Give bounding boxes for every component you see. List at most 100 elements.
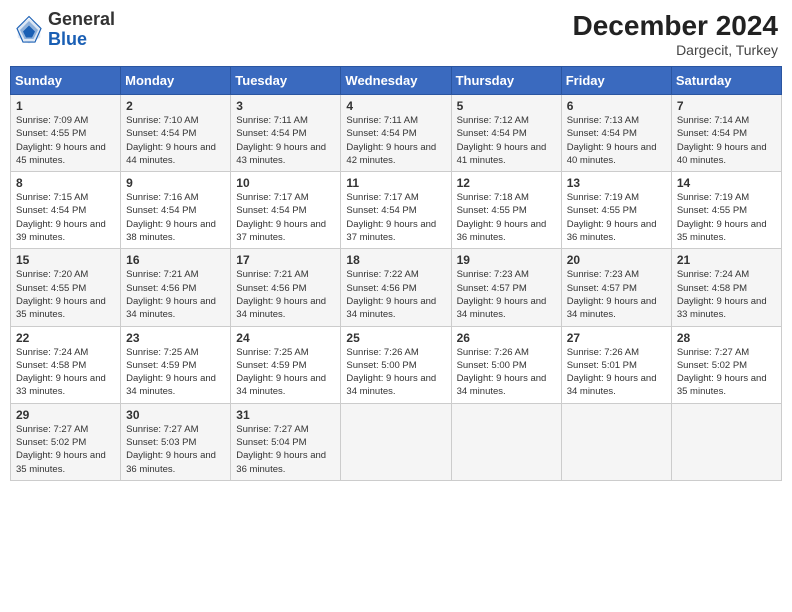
weekday-header-friday: Friday <box>561 67 671 95</box>
calendar-week-row: 8Sunrise: 7:15 AMSunset: 4:54 PMDaylight… <box>11 172 782 249</box>
calendar-cell <box>341 403 451 480</box>
day-info: Sunrise: 7:25 AMSunset: 4:59 PMDaylight:… <box>236 346 335 399</box>
day-info: Sunrise: 7:21 AMSunset: 4:56 PMDaylight:… <box>126 268 225 321</box>
calendar-cell: 30Sunrise: 7:27 AMSunset: 5:03 PMDayligh… <box>121 403 231 480</box>
day-number: 19 <box>457 253 556 267</box>
day-info: Sunrise: 7:21 AMSunset: 4:56 PMDaylight:… <box>236 268 335 321</box>
page-header: General Blue December 2024 Dargecit, Tur… <box>10 10 782 58</box>
day-number: 6 <box>567 99 666 113</box>
day-number: 27 <box>567 331 666 345</box>
day-info: Sunrise: 7:27 AMSunset: 5:04 PMDaylight:… <box>236 423 335 476</box>
calendar-cell: 7Sunrise: 7:14 AMSunset: 4:54 PMDaylight… <box>671 95 781 172</box>
calendar-cell: 22Sunrise: 7:24 AMSunset: 4:58 PMDayligh… <box>11 326 121 403</box>
day-number: 18 <box>346 253 445 267</box>
day-info: Sunrise: 7:24 AMSunset: 4:58 PMDaylight:… <box>16 346 115 399</box>
day-number: 13 <box>567 176 666 190</box>
day-info: Sunrise: 7:14 AMSunset: 4:54 PMDaylight:… <box>677 114 776 167</box>
day-info: Sunrise: 7:09 AMSunset: 4:55 PMDaylight:… <box>16 114 115 167</box>
day-number: 9 <box>126 176 225 190</box>
calendar-cell: 9Sunrise: 7:16 AMSunset: 4:54 PMDaylight… <box>121 172 231 249</box>
day-info: Sunrise: 7:20 AMSunset: 4:55 PMDaylight:… <box>16 268 115 321</box>
calendar-cell: 29Sunrise: 7:27 AMSunset: 5:02 PMDayligh… <box>11 403 121 480</box>
day-number: 1 <box>16 99 115 113</box>
logo-text: General Blue <box>48 10 115 50</box>
weekday-header-monday: Monday <box>121 67 231 95</box>
day-info: Sunrise: 7:12 AMSunset: 4:54 PMDaylight:… <box>457 114 556 167</box>
day-info: Sunrise: 7:23 AMSunset: 4:57 PMDaylight:… <box>457 268 556 321</box>
calendar-cell: 10Sunrise: 7:17 AMSunset: 4:54 PMDayligh… <box>231 172 341 249</box>
day-number: 4 <box>346 99 445 113</box>
day-number: 28 <box>677 331 776 345</box>
day-number: 15 <box>16 253 115 267</box>
calendar-cell: 13Sunrise: 7:19 AMSunset: 4:55 PMDayligh… <box>561 172 671 249</box>
calendar-cell: 12Sunrise: 7:18 AMSunset: 4:55 PMDayligh… <box>451 172 561 249</box>
calendar-cell: 31Sunrise: 7:27 AMSunset: 5:04 PMDayligh… <box>231 403 341 480</box>
day-info: Sunrise: 7:27 AMSunset: 5:03 PMDaylight:… <box>126 423 225 476</box>
calendar-cell: 20Sunrise: 7:23 AMSunset: 4:57 PMDayligh… <box>561 249 671 326</box>
day-number: 22 <box>16 331 115 345</box>
day-info: Sunrise: 7:15 AMSunset: 4:54 PMDaylight:… <box>16 191 115 244</box>
calendar-cell: 8Sunrise: 7:15 AMSunset: 4:54 PMDaylight… <box>11 172 121 249</box>
day-number: 11 <box>346 176 445 190</box>
calendar-cell: 19Sunrise: 7:23 AMSunset: 4:57 PMDayligh… <box>451 249 561 326</box>
calendar-cell: 26Sunrise: 7:26 AMSunset: 5:00 PMDayligh… <box>451 326 561 403</box>
calendar-cell <box>561 403 671 480</box>
day-info: Sunrise: 7:10 AMSunset: 4:54 PMDaylight:… <box>126 114 225 167</box>
calendar-cell: 11Sunrise: 7:17 AMSunset: 4:54 PMDayligh… <box>341 172 451 249</box>
day-number: 12 <box>457 176 556 190</box>
day-info: Sunrise: 7:26 AMSunset: 5:00 PMDaylight:… <box>346 346 445 399</box>
day-info: Sunrise: 7:26 AMSunset: 5:00 PMDaylight:… <box>457 346 556 399</box>
day-info: Sunrise: 7:22 AMSunset: 4:56 PMDaylight:… <box>346 268 445 321</box>
day-info: Sunrise: 7:24 AMSunset: 4:58 PMDaylight:… <box>677 268 776 321</box>
calendar-cell: 15Sunrise: 7:20 AMSunset: 4:55 PMDayligh… <box>11 249 121 326</box>
day-info: Sunrise: 7:27 AMSunset: 5:02 PMDaylight:… <box>16 423 115 476</box>
day-info: Sunrise: 7:19 AMSunset: 4:55 PMDaylight:… <box>567 191 666 244</box>
day-info: Sunrise: 7:11 AMSunset: 4:54 PMDaylight:… <box>346 114 445 167</box>
day-number: 5 <box>457 99 556 113</box>
calendar-cell: 23Sunrise: 7:25 AMSunset: 4:59 PMDayligh… <box>121 326 231 403</box>
month-year-title: December 2024 <box>573 10 778 42</box>
weekday-header-tuesday: Tuesday <box>231 67 341 95</box>
calendar-week-row: 29Sunrise: 7:27 AMSunset: 5:02 PMDayligh… <box>11 403 782 480</box>
logo: General Blue <box>14 10 115 50</box>
calendar-cell: 3Sunrise: 7:11 AMSunset: 4:54 PMDaylight… <box>231 95 341 172</box>
day-info: Sunrise: 7:27 AMSunset: 5:02 PMDaylight:… <box>677 346 776 399</box>
calendar-cell: 4Sunrise: 7:11 AMSunset: 4:54 PMDaylight… <box>341 95 451 172</box>
day-info: Sunrise: 7:11 AMSunset: 4:54 PMDaylight:… <box>236 114 335 167</box>
calendar-cell: 6Sunrise: 7:13 AMSunset: 4:54 PMDaylight… <box>561 95 671 172</box>
calendar-cell <box>671 403 781 480</box>
weekday-header-row: SundayMondayTuesdayWednesdayThursdayFrid… <box>11 67 782 95</box>
day-number: 20 <box>567 253 666 267</box>
day-info: Sunrise: 7:17 AMSunset: 4:54 PMDaylight:… <box>236 191 335 244</box>
day-number: 17 <box>236 253 335 267</box>
calendar-cell: 25Sunrise: 7:26 AMSunset: 5:00 PMDayligh… <box>341 326 451 403</box>
calendar-cell: 21Sunrise: 7:24 AMSunset: 4:58 PMDayligh… <box>671 249 781 326</box>
day-number: 14 <box>677 176 776 190</box>
day-number: 7 <box>677 99 776 113</box>
day-info: Sunrise: 7:16 AMSunset: 4:54 PMDaylight:… <box>126 191 225 244</box>
weekday-header-sunday: Sunday <box>11 67 121 95</box>
calendar-cell: 28Sunrise: 7:27 AMSunset: 5:02 PMDayligh… <box>671 326 781 403</box>
calendar-cell: 14Sunrise: 7:19 AMSunset: 4:55 PMDayligh… <box>671 172 781 249</box>
day-number: 10 <box>236 176 335 190</box>
day-number: 29 <box>16 408 115 422</box>
calendar-cell: 16Sunrise: 7:21 AMSunset: 4:56 PMDayligh… <box>121 249 231 326</box>
calendar-week-row: 22Sunrise: 7:24 AMSunset: 4:58 PMDayligh… <box>11 326 782 403</box>
logo-icon <box>14 15 44 45</box>
day-info: Sunrise: 7:18 AMSunset: 4:55 PMDaylight:… <box>457 191 556 244</box>
day-number: 3 <box>236 99 335 113</box>
day-number: 31 <box>236 408 335 422</box>
day-number: 8 <box>16 176 115 190</box>
calendar-cell: 24Sunrise: 7:25 AMSunset: 4:59 PMDayligh… <box>231 326 341 403</box>
day-number: 16 <box>126 253 225 267</box>
calendar-cell: 18Sunrise: 7:22 AMSunset: 4:56 PMDayligh… <box>341 249 451 326</box>
calendar-cell: 17Sunrise: 7:21 AMSunset: 4:56 PMDayligh… <box>231 249 341 326</box>
day-info: Sunrise: 7:13 AMSunset: 4:54 PMDaylight:… <box>567 114 666 167</box>
day-number: 25 <box>346 331 445 345</box>
weekday-header-saturday: Saturday <box>671 67 781 95</box>
calendar-week-row: 1Sunrise: 7:09 AMSunset: 4:55 PMDaylight… <box>11 95 782 172</box>
day-number: 26 <box>457 331 556 345</box>
calendar-table: SundayMondayTuesdayWednesdayThursdayFrid… <box>10 66 782 481</box>
calendar-cell: 1Sunrise: 7:09 AMSunset: 4:55 PMDaylight… <box>11 95 121 172</box>
day-number: 23 <box>126 331 225 345</box>
